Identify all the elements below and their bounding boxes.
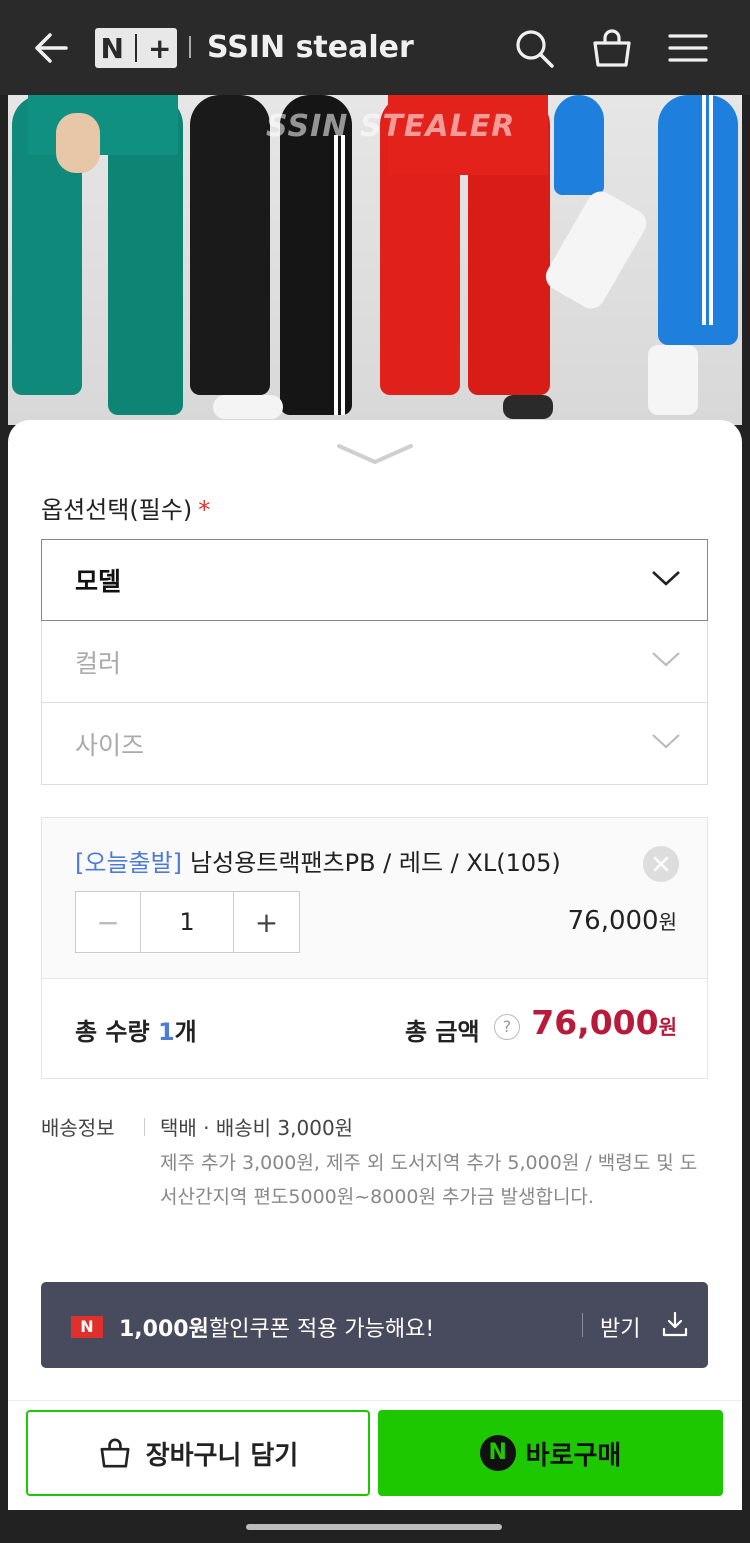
coupon-message: 할인쿠폰 적용 가능해요! <box>209 1317 435 1342</box>
today-shipping-tag: [오늘출발] <box>75 849 183 877</box>
blue-pants-stripe <box>709 95 713 325</box>
sheet-collapse-chevron-icon[interactable] <box>335 442 415 466</box>
shipping-divider <box>144 1118 145 1136</box>
search-icon[interactable] <box>512 26 556 70</box>
select-size[interactable]: 사이즈 <box>41 703 708 785</box>
shopping-bag-icon[interactable] <box>590 26 634 70</box>
download-icon[interactable] <box>661 1310 689 1338</box>
top-app-bar: N + SSIN stealer <box>0 0 750 95</box>
header-divider <box>189 36 191 58</box>
sneaker-white <box>213 395 283 419</box>
coupon-divider <box>582 1313 583 1337</box>
home-indicator[interactable] <box>246 1524 502 1530</box>
chevron-down-icon <box>652 734 680 749</box>
back-arrow-icon[interactable] <box>30 28 74 68</box>
purchase-sheet: 옵션선택(필수) * 모델 컬러 사이즈 [오늘출발] 남성용트랙팬츠PB / 레드… <box>8 420 742 1510</box>
chevron-down-icon <box>652 652 680 667</box>
select-color-value: 컬러 <box>75 648 122 678</box>
select-model[interactable]: 모델 <box>41 539 708 621</box>
option-select-label: 옵션선택(필수) * <box>41 490 210 525</box>
item-price-value: 76,000 <box>567 906 659 936</box>
sheet-divider <box>8 1400 742 1401</box>
total-quantity-unit: 개 <box>174 1018 197 1046</box>
logo-n: N <box>100 31 124 65</box>
add-to-cart-label: 장바구니 담기 <box>145 1440 299 1471</box>
select-model-value: 모델 <box>75 567 122 596</box>
remove-item-icon[interactable] <box>643 846 679 882</box>
black-pants-left-leg <box>190 95 270 395</box>
product-image[interactable]: SSIN STEALER <box>8 95 742 425</box>
item-price: 76,000원 <box>568 906 677 936</box>
coupon-amount: 1,000원 <box>119 1317 209 1342</box>
black-pants-stripe <box>334 135 338 415</box>
sneaker-white <box>540 186 652 314</box>
naver-plus-logo[interactable]: N + <box>95 28 177 68</box>
total-quantity-value: 1 <box>157 1018 175 1046</box>
total-quantity-label: 총 수량 <box>75 1018 158 1046</box>
total-row: 총 수량 1개 총 금액 ? 76,000원 <box>42 978 707 1078</box>
shipping-fee: 택배 · 배송비 3,000원 <box>160 1116 354 1140</box>
required-mark: * <box>198 496 211 524</box>
sneaker-black <box>503 395 553 419</box>
image-watermark: SSIN STEALER <box>266 109 516 144</box>
selected-item-box: [오늘출발] 남성용트랙팬츠PB / 레드 / XL(105) − 1 + 76,… <box>41 817 708 1079</box>
quantity-stepper: − 1 + <box>75 891 300 953</box>
total-amount-label: 총 금액 <box>405 1018 480 1046</box>
hand <box>56 113 100 173</box>
naver-n-icon: N <box>71 1316 103 1338</box>
shopping-bag-icon <box>100 1438 130 1468</box>
buy-now-label: 바로구매 <box>525 1440 622 1471</box>
black-pants-stripe <box>341 135 345 415</box>
total-amount-value: 76,000 <box>531 1003 659 1042</box>
item-price-unit: 원 <box>658 910 677 934</box>
green-pants-hip <box>28 95 178 155</box>
coupon-banner[interactable]: N 1,000원 할인쿠폰 적용 가능해요! 받기 <box>41 1282 708 1368</box>
select-size-value: 사이즈 <box>75 730 145 760</box>
blue-pants-right-leg <box>658 95 738 345</box>
total-amount: 76,000원 <box>531 1003 677 1042</box>
naver-pay-icon: N <box>479 1435 516 1471</box>
option-select-text: 옵션선택(필수) <box>41 496 193 524</box>
total-quantity: 총 수량 1개 <box>75 1012 197 1047</box>
selected-item-name: 남성용트랙팬츠PB / 레드 / XL(105) <box>190 849 561 877</box>
blue-pants-left-leg <box>554 95 604 195</box>
shipping-note: 제주 추가 3,000원, 제주 외 도서지역 추가 5,000원 / 백령도 … <box>160 1152 698 1208</box>
select-color[interactable]: 컬러 <box>41 621 708 703</box>
add-to-cart-button[interactable]: 장바구니 담기 <box>26 1410 370 1496</box>
store-name[interactable]: SSIN stealer <box>207 28 414 68</box>
logo-plus: + <box>148 31 172 65</box>
chevron-down-icon <box>652 571 680 586</box>
sneaker-white <box>648 345 698 415</box>
coupon-get-button[interactable]: 받기 <box>600 1311 640 1343</box>
menu-icon[interactable] <box>666 26 710 70</box>
quantity-value[interactable]: 1 <box>141 892 234 952</box>
shipping-label: 배송정보 <box>41 1116 115 1140</box>
buy-now-button[interactable]: N 바로구매 <box>378 1410 723 1496</box>
total-amount-unit: 원 <box>658 1015 677 1039</box>
decrease-quantity-button[interactable]: − <box>76 892 141 952</box>
help-icon[interactable]: ? <box>494 1014 520 1040</box>
selected-item-title: [오늘출발] 남성용트랙팬츠PB / 레드 / XL(105) <box>75 843 561 878</box>
increase-quantity-button[interactable]: + <box>234 892 299 952</box>
blue-pants-stripe <box>702 95 706 325</box>
logo-separator <box>134 34 137 62</box>
